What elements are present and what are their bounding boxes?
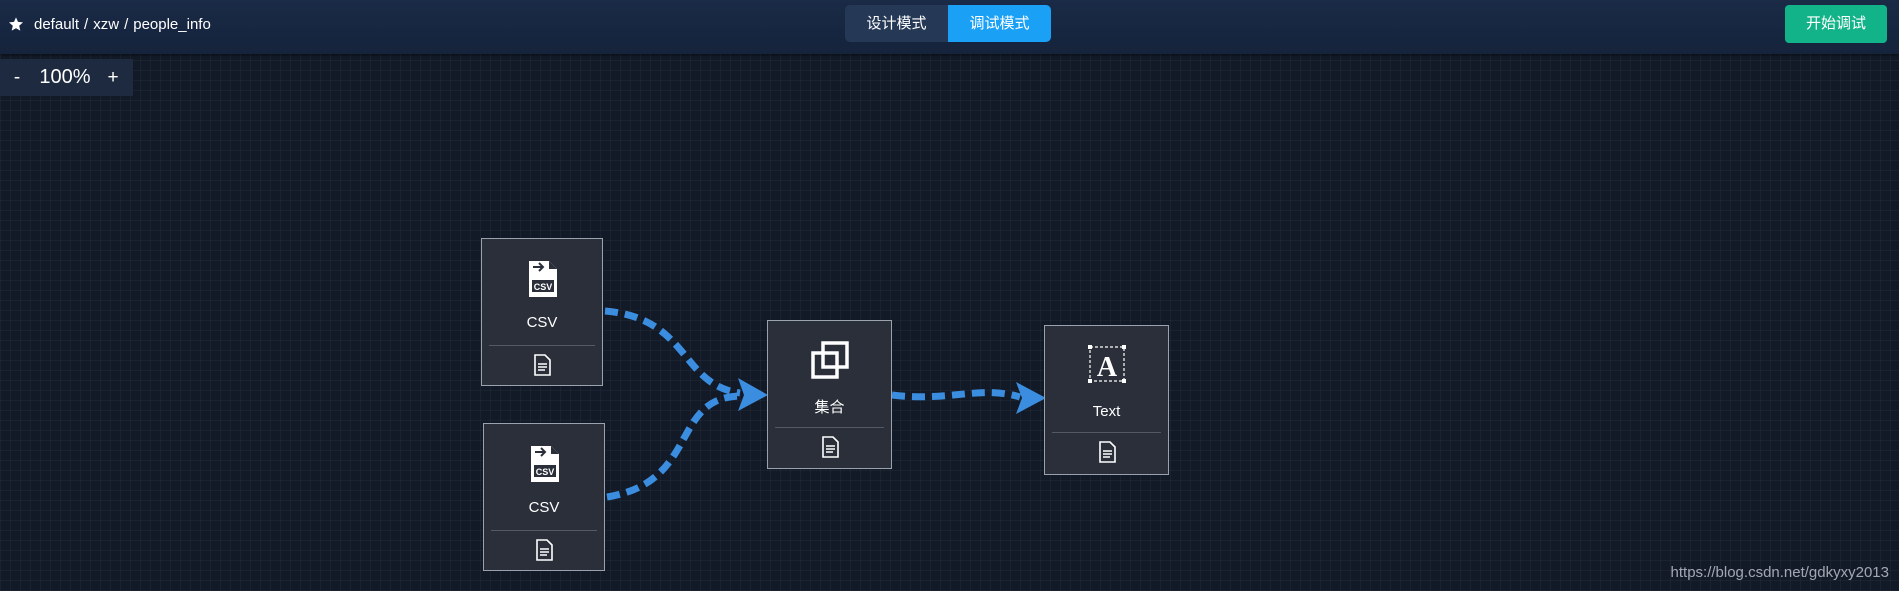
breadcrumb-item-flow: people_info bbox=[133, 15, 211, 33]
union-icon bbox=[811, 341, 849, 379]
node-label: 集合 bbox=[814, 399, 845, 416]
edge-csv2-to-union[interactable] bbox=[606, 392, 741, 501]
breadcrumb-item-project[interactable]: default bbox=[34, 16, 79, 33]
svg-text:CSV: CSV bbox=[536, 467, 555, 477]
node-label: CSV bbox=[526, 314, 558, 331]
start-debug-button[interactable]: 开始调试 bbox=[1785, 5, 1887, 43]
edge-csv1-to-union[interactable] bbox=[604, 307, 768, 411]
design-mode-button[interactable]: 设计模式 bbox=[845, 5, 948, 42]
node-label: CSV bbox=[528, 499, 560, 516]
watermark: https://blog.csdn.net/gdkyxy2013 bbox=[1670, 564, 1889, 581]
mode-switch: 设计模式 调试模式 bbox=[845, 5, 1051, 42]
debug-mode-button[interactable]: 调试模式 bbox=[948, 5, 1051, 42]
zoom-out-button[interactable]: - bbox=[0, 67, 34, 89]
svg-text:A: A bbox=[1097, 352, 1118, 383]
top-bar: default / xzw / people_info 设计模式 调试模式 开始… bbox=[0, 0, 1899, 54]
document-icon[interactable] bbox=[820, 436, 840, 458]
edge-layer bbox=[604, 307, 1046, 501]
svg-text:CSV: CSV bbox=[534, 282, 553, 292]
breadcrumb-item-folder[interactable]: xzw bbox=[93, 16, 119, 33]
text-icon: A bbox=[1088, 345, 1126, 383]
csv-file-icon: CSV bbox=[531, 446, 559, 482]
node-divider bbox=[1052, 432, 1161, 433]
star-icon[interactable] bbox=[8, 16, 24, 32]
node-divider bbox=[775, 427, 884, 428]
document-icon[interactable] bbox=[1097, 441, 1117, 463]
csv-file-icon: CSV bbox=[529, 261, 557, 297]
node-divider bbox=[491, 530, 597, 531]
breadcrumb: default / xzw / people_info bbox=[8, 13, 211, 35]
node-csv-1[interactable]: CSV CSV bbox=[481, 238, 603, 386]
zoom-level: 100% bbox=[39, 66, 91, 88]
edge-union-to-text[interactable] bbox=[891, 382, 1046, 414]
node-label: Text bbox=[1092, 403, 1121, 420]
breadcrumb-separator: / bbox=[124, 15, 129, 33]
node-text[interactable]: A Text bbox=[1044, 325, 1169, 475]
node-union[interactable]: 集合 bbox=[767, 320, 892, 469]
node-divider bbox=[489, 345, 595, 346]
document-icon[interactable] bbox=[532, 354, 552, 376]
zoom-control: - 100% + bbox=[0, 59, 133, 96]
zoom-in-button[interactable]: + bbox=[96, 67, 130, 89]
document-icon[interactable] bbox=[534, 539, 554, 561]
node-csv-2[interactable]: CSV CSV bbox=[483, 423, 605, 571]
breadcrumb-separator: / bbox=[84, 15, 89, 33]
